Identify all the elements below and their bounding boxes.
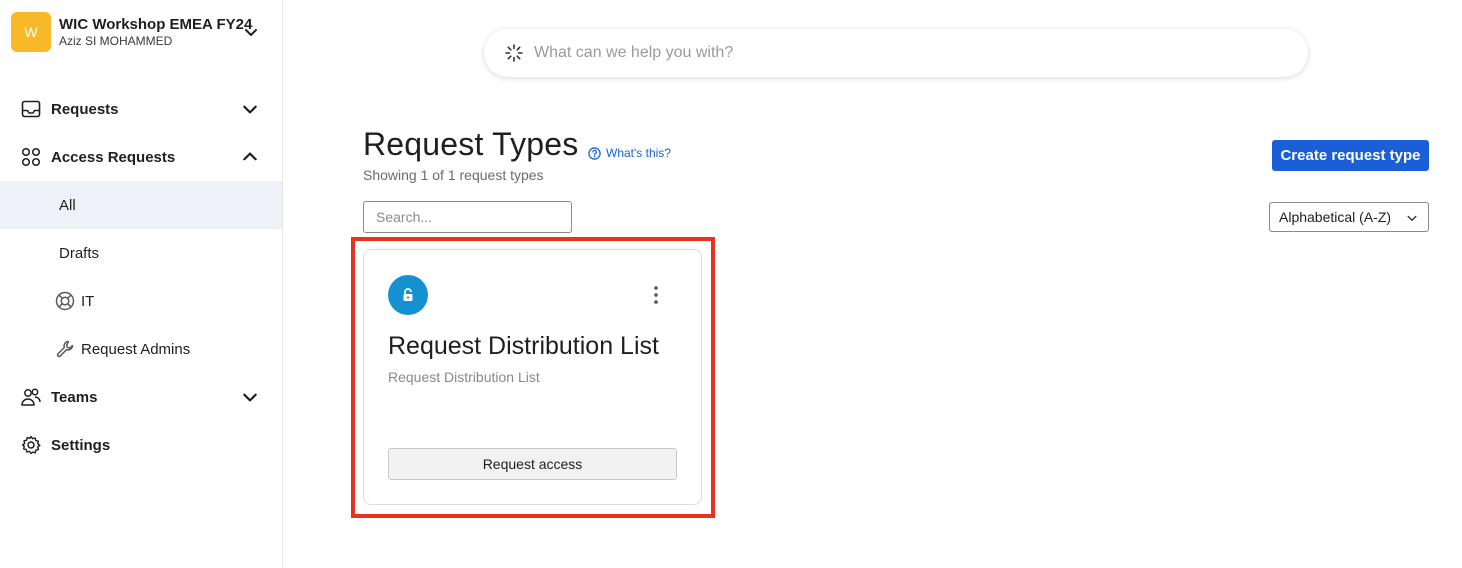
chevron-up-icon	[243, 152, 257, 161]
workspace-name: WIC Workshop EMEA FY24	[59, 16, 253, 33]
sidebar-item-access-requests[interactable]: Access Requests	[0, 133, 282, 181]
help-circle-icon	[588, 146, 601, 160]
chevron-down-icon	[243, 393, 257, 402]
sidebar-item-label: Access Requests	[51, 148, 176, 166]
sidebar-subitem-label: Request Admins	[81, 340, 191, 358]
workspace-switcher[interactable]: W WIC Workshop EMEA FY24 Aziz SI MOHAMME…	[11, 12, 271, 52]
sidebar-item-teams[interactable]: Teams	[0, 373, 282, 421]
sidebar-item-requests[interactable]: Requests	[0, 85, 282, 133]
chevron-down-icon	[243, 105, 257, 114]
whats-this-label: What's this?	[606, 146, 671, 160]
search-input[interactable]	[363, 201, 572, 233]
workspace-avatar: W	[11, 12, 51, 52]
sidebar-subitem-label: Drafts	[59, 244, 100, 262]
more-options-icon[interactable]	[648, 284, 664, 306]
results-count: Showing 1 of 1 request types	[363, 167, 544, 183]
sort-select[interactable]: Alphabetical (A-Z)	[1269, 202, 1429, 232]
sidebar-subitem-it[interactable]: IT	[0, 277, 282, 325]
sidebar-item-label: Requests	[51, 100, 119, 118]
search-placeholder: What can we help you with?	[534, 44, 734, 61]
card-subtitle: Request Distribution List	[388, 369, 540, 385]
lock-icon	[388, 275, 428, 315]
gear-icon	[21, 435, 41, 455]
global-search[interactable]: What can we help you with?	[484, 29, 1308, 77]
inbox-icon	[21, 100, 41, 118]
create-request-type-button[interactable]: Create request type	[1272, 140, 1429, 171]
chevron-down-icon	[245, 29, 257, 36]
wrench-icon	[56, 340, 74, 358]
lifebuoy-icon	[55, 291, 75, 311]
sidebar-item-settings[interactable]: Settings	[0, 421, 282, 469]
grid-circles-icon	[21, 147, 41, 167]
chevron-down-icon	[1407, 215, 1417, 221]
sidebar-item-label: Teams	[51, 388, 98, 406]
whats-this-link[interactable]: What's this?	[588, 146, 671, 160]
page-title: Request Types	[363, 126, 579, 162]
sidebar: W WIC Workshop EMEA FY24 Aziz SI MOHAMME…	[0, 0, 283, 568]
request-type-card[interactable]: Request Distribution List Request Distri…	[363, 249, 702, 505]
workspace-user: Aziz SI MOHAMMED	[59, 34, 173, 48]
sidebar-subitem-request-admins[interactable]: Request Admins	[0, 325, 282, 373]
sidebar-subitem-label: IT	[81, 292, 95, 310]
sidebar-item-label: Settings	[51, 436, 111, 454]
sidebar-subitem-drafts[interactable]: Drafts	[0, 229, 282, 277]
sort-value: Alphabetical (A-Z)	[1279, 209, 1392, 225]
spinner-icon	[505, 44, 523, 62]
sidebar-subitem-all[interactable]: All	[0, 181, 282, 229]
request-access-button[interactable]: Request access	[388, 448, 677, 480]
sidebar-subitem-label: All	[59, 196, 76, 214]
people-icon	[21, 388, 41, 406]
card-title: Request Distribution List	[388, 332, 659, 360]
